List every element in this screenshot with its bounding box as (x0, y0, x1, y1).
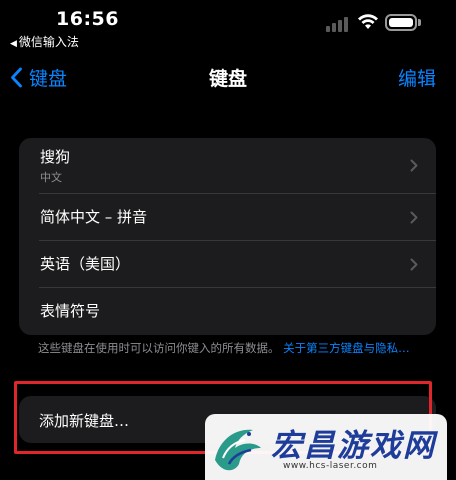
keyboard-title: 搜狗 (40, 148, 71, 166)
cellular-signal-icon (326, 16, 348, 32)
keyboard-row-english[interactable]: 英语（美国） (39, 241, 436, 288)
back-triangle-icon: ◀ (10, 39, 17, 49)
keyboard-title: 简体中文 – 拼音 (40, 208, 148, 226)
chevron-right-icon (410, 159, 418, 172)
watermark-brand: 宏昌游戏网 (271, 428, 436, 464)
keyboard-subtitle: 中文 (40, 171, 62, 184)
back-app-label: 微信输入法 (18, 35, 79, 49)
privacy-note-text: 这些键盘在使用时可以访问你键入的所有数据。 (38, 341, 280, 355)
keyboard-row-sogou[interactable]: 搜狗 中文 (39, 138, 436, 194)
keyboard-row-pinyin[interactable]: 简体中文 – 拼音 (39, 194, 436, 241)
wifi-icon (358, 14, 378, 29)
navigation-bar: 键盘 键盘 编辑 (0, 56, 456, 100)
dragon-logo-icon (215, 429, 261, 471)
chevron-right-icon (410, 258, 418, 271)
add-keyboard-button[interactable]: 添加新键盘… (39, 410, 129, 431)
battery-tip (418, 19, 421, 26)
keyboard-list: 搜狗 中文 简体中文 – 拼音 英语（美国） 表情符号 (19, 138, 436, 335)
keyboard-title: 表情符号 (40, 302, 101, 320)
status-time: 16:56 (56, 8, 119, 30)
edit-button[interactable]: 编辑 (398, 64, 436, 91)
privacy-link[interactable]: 关于第三方键盘与隐私… (283, 341, 410, 355)
keyboard-title: 英语（美国） (40, 255, 131, 273)
privacy-note: 这些键盘在使用时可以访问你键入的所有数据。 关于第三方键盘与隐私… (38, 340, 430, 357)
chevron-right-icon (410, 211, 418, 224)
battery-icon (385, 14, 417, 31)
page-title: 键盘 (208, 68, 247, 90)
watermark: 宏昌游戏网 www.hcs-laser.com (205, 414, 447, 480)
status-bar: 16:56 ◀ 微信输入法 (0, 0, 456, 52)
back-to-app-link[interactable]: ◀ 微信输入法 (10, 33, 79, 50)
watermark-url: www.hcs-laser.com (283, 461, 378, 471)
keyboard-row-emoji[interactable]: 表情符号 (39, 288, 436, 335)
